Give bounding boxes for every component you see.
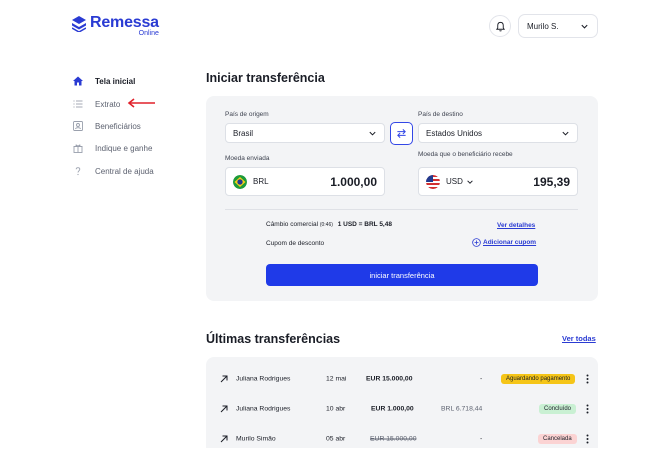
rate-details-link[interactable]: Ver detalhes <box>497 222 535 229</box>
origin-country-select[interactable]: Brasil <box>225 123 385 143</box>
transfer-amount: EUR 1.000,00 <box>371 405 414 413</box>
recv-amount-field[interactable]: USD 195,39 <box>418 167 578 196</box>
logo-name: Remessa <box>90 14 159 31</box>
converted-amount: BRL 6.718,44 <box>441 405 483 413</box>
sidebar-item-label: Central de ajuda <box>95 166 154 176</box>
recv-label: Moeda que o beneficiário recebe <box>418 151 513 158</box>
sidebar-item-beneficiarios[interactable]: Beneficiários <box>73 121 141 131</box>
user-name: Murilo S. <box>527 21 559 31</box>
kebab-menu-icon[interactable] <box>586 374 589 384</box>
converted-amount: - <box>480 375 483 383</box>
arrow-up-right-icon <box>220 435 228 443</box>
divider <box>225 209 578 210</box>
dest-country-select[interactable]: Estados Unidos <box>418 123 578 143</box>
usa-flag-icon <box>426 174 440 189</box>
transfer-amount: EUR 15.000,00 <box>370 435 417 443</box>
sent-amount-field[interactable]: BRL 1.000,00 <box>225 167 385 196</box>
kebab-menu-icon[interactable] <box>586 434 589 444</box>
notifications-button[interactable] <box>489 15 511 37</box>
arrow-up-right-icon <box>220 375 228 383</box>
logo[interactable]: Remessa Online <box>72 15 159 37</box>
status-badge: Concluído <box>539 404 577 414</box>
recipient-name: Murilo Simão <box>236 435 276 443</box>
chevron-down-icon <box>369 131 376 136</box>
sidebar-item-label: Indique e ganhe <box>95 143 153 153</box>
brazil-flag-icon <box>233 174 247 189</box>
dest-country-value: Estados Unidos <box>426 128 483 138</box>
gift-icon <box>73 144 83 153</box>
recipient-name: Juliana Rodrigues <box>236 375 291 383</box>
converted-amount: - <box>480 435 483 443</box>
remessa-logo-icon <box>72 16 86 32</box>
chevron-down-icon <box>581 24 588 29</box>
sidebar-item-ajuda[interactable]: Central de ajuda <box>73 166 154 176</box>
rate-value: 1 USD = BRL 5,48 <box>337 221 392 228</box>
rate-label: Câmbio comercial <box>266 221 319 228</box>
origin-label: País de origem <box>225 111 269 118</box>
see-all-link[interactable]: Ver todas <box>562 334 596 343</box>
swap-icon <box>397 129 406 138</box>
recent-title: Últimas transferências <box>206 332 341 346</box>
add-coupon-link[interactable]: Adicionar cupom <box>472 238 536 247</box>
contacts-icon <box>73 121 83 131</box>
plus-circle-icon <box>472 238 481 247</box>
bell-icon <box>495 21 505 31</box>
kebab-menu-icon[interactable] <box>586 404 589 414</box>
sidebar-item-indique[interactable]: Indique e ganhe <box>73 143 152 153</box>
sidebar-item-extrato[interactable]: Extrato <box>73 99 120 109</box>
sidebar-item-label: Beneficiários <box>95 121 141 131</box>
logo-sub: Online <box>138 30 159 37</box>
coupon-label: Cupom de desconto <box>266 240 325 247</box>
sidebar-item-label: Extrato <box>95 99 121 109</box>
add-coupon-label: Adicionar cupom <box>483 239 537 246</box>
sidebar-item-label: Tela inicial <box>95 76 136 86</box>
recv-amount-value: 195,39 <box>533 174 570 189</box>
start-transfer-button[interactable]: iniciar transferência <box>266 264 538 286</box>
sent-currency: BRL <box>253 177 269 186</box>
table-row[interactable]: Juliana Rodrigues 10 abr EUR 1.000,00 BR… <box>206 397 598 421</box>
sent-label: Moeda enviada <box>225 155 270 162</box>
chevron-down-icon[interactable] <box>466 178 474 186</box>
sent-amount-value: 1.000,00 <box>330 174 377 189</box>
origin-country-value: Brasil <box>233 128 254 138</box>
sidebar-item-home[interactable]: Tela inicial <box>73 76 135 86</box>
exchange-rate: Câmbio comercial (0:46) 1 USD = BRL 5,48 <box>266 221 392 228</box>
list-icon <box>73 100 83 108</box>
annotation-arrow-icon <box>127 98 155 108</box>
help-icon <box>75 167 81 176</box>
page-title: Iniciar transferência <box>206 71 325 85</box>
user-menu[interactable]: Murilo S. <box>518 14 598 38</box>
status-badge: Aguardando pagamento <box>501 374 576 384</box>
table-row[interactable]: Murilo Simão 05 abr EUR 15.000,00 - Canc… <box>206 427 598 451</box>
recv-currency: USD <box>446 177 463 186</box>
home-icon <box>73 76 83 86</box>
transfer-date: 10 abr <box>326 405 346 413</box>
swap-countries-button[interactable] <box>390 122 413 145</box>
transfer-amount: EUR 15.000,00 <box>366 375 413 383</box>
rate-time: (0:46) <box>319 222 333 228</box>
status-badge: Cancelada <box>538 434 577 444</box>
recipient-name: Juliana Rodrigues <box>236 405 291 413</box>
dest-label: País de destino <box>418 111 463 118</box>
transfer-date: 12 mai <box>326 375 347 383</box>
chevron-down-icon <box>562 131 569 136</box>
transfer-date: 05 abr <box>326 435 346 443</box>
arrow-up-right-icon <box>220 405 228 413</box>
table-row[interactable]: Juliana Rodrigues 12 mai EUR 15.000,00 -… <box>206 367 598 391</box>
